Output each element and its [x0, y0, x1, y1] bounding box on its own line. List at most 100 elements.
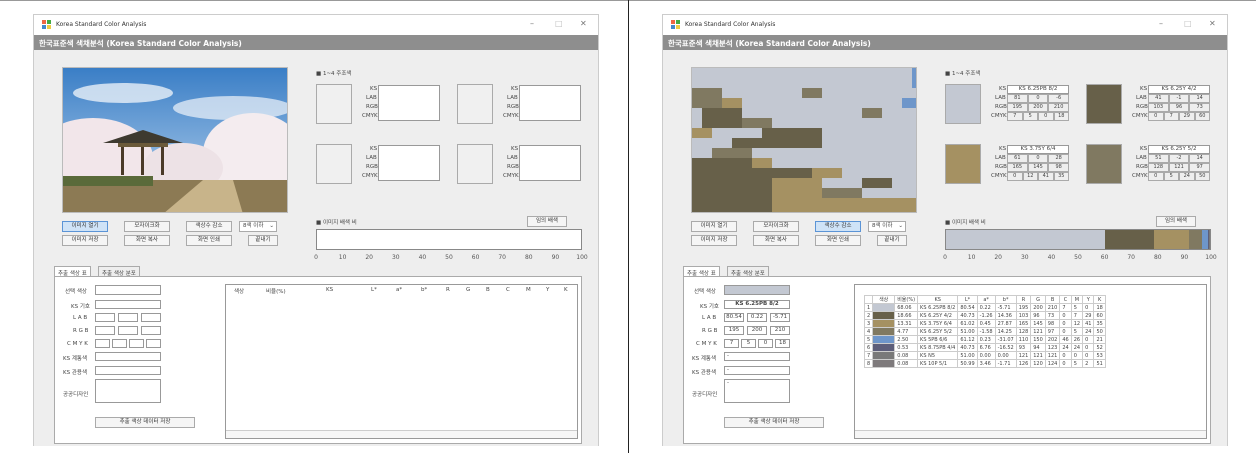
cell-ks: KS 3.75Y 6/4 [917, 319, 959, 328]
ks-code-field [95, 300, 161, 309]
table-row[interactable]: 5 2.50 KS 5PB 6/6 61.12 0.23 -31.07 110 150 202 4… [863, 335, 1106, 344]
color-list: 색상 비율(%) KS L* a* b* R G B C M Y K [225, 284, 578, 439]
color-list: 색상 비율(%) KS L* a* b* R G B C M Y K 1 68.… [854, 284, 1207, 439]
table-row[interactable]: 8 0.08 KS 10P 5/1 50.99 3.46 -1.71 126 120 124 0 5… [863, 359, 1106, 368]
reduce-colors-button[interactable]: 색상수 감소 [815, 221, 861, 232]
mosaic-button[interactable]: 모자이크화 [124, 221, 170, 232]
save-image-button[interactable]: 이미지 저장 [62, 235, 108, 246]
main-color-3-swatch [945, 144, 981, 184]
selected-color-swatch [724, 285, 790, 295]
table-row[interactable]: 3 13.31 KS 3.75Y 6/4 61.02 0.45 27.87 165 145 98… [863, 319, 1106, 328]
cell-g: 96 [1030, 311, 1046, 320]
lab-label: LAB [507, 95, 518, 101]
lab-label: LAB [995, 155, 1006, 161]
cell-y: 0 [1082, 303, 1095, 312]
cmyk-m: 5 [1022, 112, 1038, 121]
minimize-button[interactable]: – [530, 19, 534, 28]
cell-c: 0 [1059, 327, 1072, 336]
cell-m: 26 [1070, 335, 1084, 344]
rgb-label: RGB [995, 104, 1007, 110]
lab-b-field: -5.71 [770, 313, 790, 322]
cell-k: 53 [1093, 351, 1106, 360]
lab-b: 14 [1189, 94, 1210, 103]
table-row[interactable]: 4 4.77 KS 6.25Y 5/2 51.00 -1.58 14.25 128 121 97… [863, 327, 1106, 336]
close-window-button[interactable]: ✕ [1209, 19, 1216, 28]
axis-tick: 80 [524, 254, 533, 261]
cell-k: 60 [1093, 311, 1106, 320]
cell-a: 0.22 [976, 303, 996, 312]
copy-screen-button[interactable]: 화면 복사 [753, 235, 799, 246]
cell-m: 5 [1070, 303, 1084, 312]
lab-a: -2 [1168, 154, 1190, 163]
col-index [863, 295, 874, 304]
col-b: b* [421, 287, 428, 293]
ks-label: KS [1140, 146, 1148, 152]
reduce-colors-button[interactable]: 색상수 감소 [186, 221, 232, 232]
save-color-data-button[interactable]: 추출 색상 데이터 저장 [95, 417, 195, 428]
cell-r: 195 [1015, 303, 1032, 312]
table-row[interactable]: 7 0.08 KS N5 51.00 0.00 0.00 121 121 121 0 0 0 53 [863, 351, 1106, 360]
close-window-button[interactable]: ✕ [580, 19, 587, 28]
horizontal-scrollbar[interactable] [226, 430, 577, 438]
exit-button[interactable]: 끝내기 [877, 235, 907, 246]
copy-screen-button[interactable]: 화면 복사 [124, 235, 170, 246]
color-count-dropdown[interactable]: 8색 이하 ⌄ [868, 221, 906, 232]
exit-button[interactable]: 끝내기 [248, 235, 278, 246]
print-screen-button[interactable]: 화면 인쇄 [186, 235, 232, 246]
save-color-data-button[interactable]: 추출 색상 데이터 저장 [724, 417, 824, 428]
cell-a: 0.23 [976, 335, 996, 344]
axis-tick: 50 [1074, 254, 1082, 261]
cell-g: 200 [1030, 303, 1046, 312]
axis-tick: 0 [314, 254, 318, 261]
open-image-button[interactable]: 이미지 열기 [691, 221, 737, 232]
mosaic-button[interactable]: 모자이크화 [753, 221, 799, 232]
table-row[interactable]: 2 18.66 KS 6.25Y 4/2 40.73 -1.26 14.36 103 96 73… [863, 311, 1106, 320]
rgb-label: RGB [995, 164, 1007, 170]
ks-common-label: KS 관용색 [63, 370, 88, 376]
rgb-label: RGB [1136, 164, 1148, 170]
random-color-button[interactable]: 임의 배색 [527, 216, 567, 227]
table-row[interactable]: 6 0.53 KS 8.75PB 4/4 40.73 6.76 -16.52 93 94 123… [863, 343, 1106, 352]
cell-pct: 18.66 [894, 311, 919, 320]
cell-bl: 97 [1044, 327, 1061, 336]
ks-code-field: KS 6.25PB 8/2 [724, 300, 790, 309]
cell-a: 0.00 [976, 351, 996, 360]
col-ratio: 비율(%) [266, 289, 286, 295]
minimize-button[interactable]: – [1159, 19, 1163, 28]
app-header: 한국표준색 색채분석 (Korea Standard Color Analysi… [663, 35, 1227, 50]
main-colors-heading: ■ 1~4 주조색 [945, 71, 981, 77]
swatch-3 [316, 144, 352, 184]
cell-y: 2 [1082, 359, 1095, 368]
color-cell [872, 311, 896, 320]
horizontal-scrollbar[interactable] [855, 430, 1206, 438]
public-design-label: 공공디자인 [63, 392, 89, 398]
cell-g: 145 [1030, 319, 1046, 328]
cell-n: 5 [863, 335, 874, 344]
col-k: K [1093, 295, 1106, 304]
cmyk-c: 7 [1007, 112, 1023, 121]
print-screen-button[interactable]: 화면 인쇄 [815, 235, 861, 246]
maximize-button[interactable]: □ [555, 19, 563, 28]
random-color-button[interactable]: 임의 배색 [1156, 216, 1196, 227]
cell-m: 12 [1070, 319, 1084, 328]
cell-l: 40.73 [957, 311, 978, 320]
app-window-after: Korea Standard Color Analysis – □ ✕ 한국표준… [662, 14, 1228, 446]
open-image-button[interactable]: 이미지 열기 [62, 221, 108, 232]
cmyk-y: 41 [1038, 172, 1054, 181]
save-image-button[interactable]: 이미지 저장 [691, 235, 737, 246]
cell-m: 5 [1070, 327, 1084, 336]
rgb-g: 145 [1027, 163, 1049, 172]
maximize-button[interactable]: □ [1184, 19, 1192, 28]
axis-tick: 80 [1153, 254, 1162, 261]
cmyk-c: 0 [1007, 172, 1023, 181]
cell-g: 94 [1030, 343, 1046, 352]
cmyk-m-field [112, 339, 127, 348]
cell-k: 21 [1093, 335, 1106, 344]
lab-label: LAB [995, 95, 1006, 101]
cell-r: 165 [1015, 319, 1032, 328]
cell-n: 2 [863, 311, 874, 320]
rgb-r: 103 [1148, 103, 1169, 112]
table-row[interactable]: 1 68.06 KS 6.25PB 8/2 80.54 0.22 -5.71 195 200 2… [863, 303, 1106, 312]
chevron-down-icon: ⌄ [898, 223, 903, 229]
color-count-dropdown[interactable]: 8색 이하 ⌄ [239, 221, 277, 232]
